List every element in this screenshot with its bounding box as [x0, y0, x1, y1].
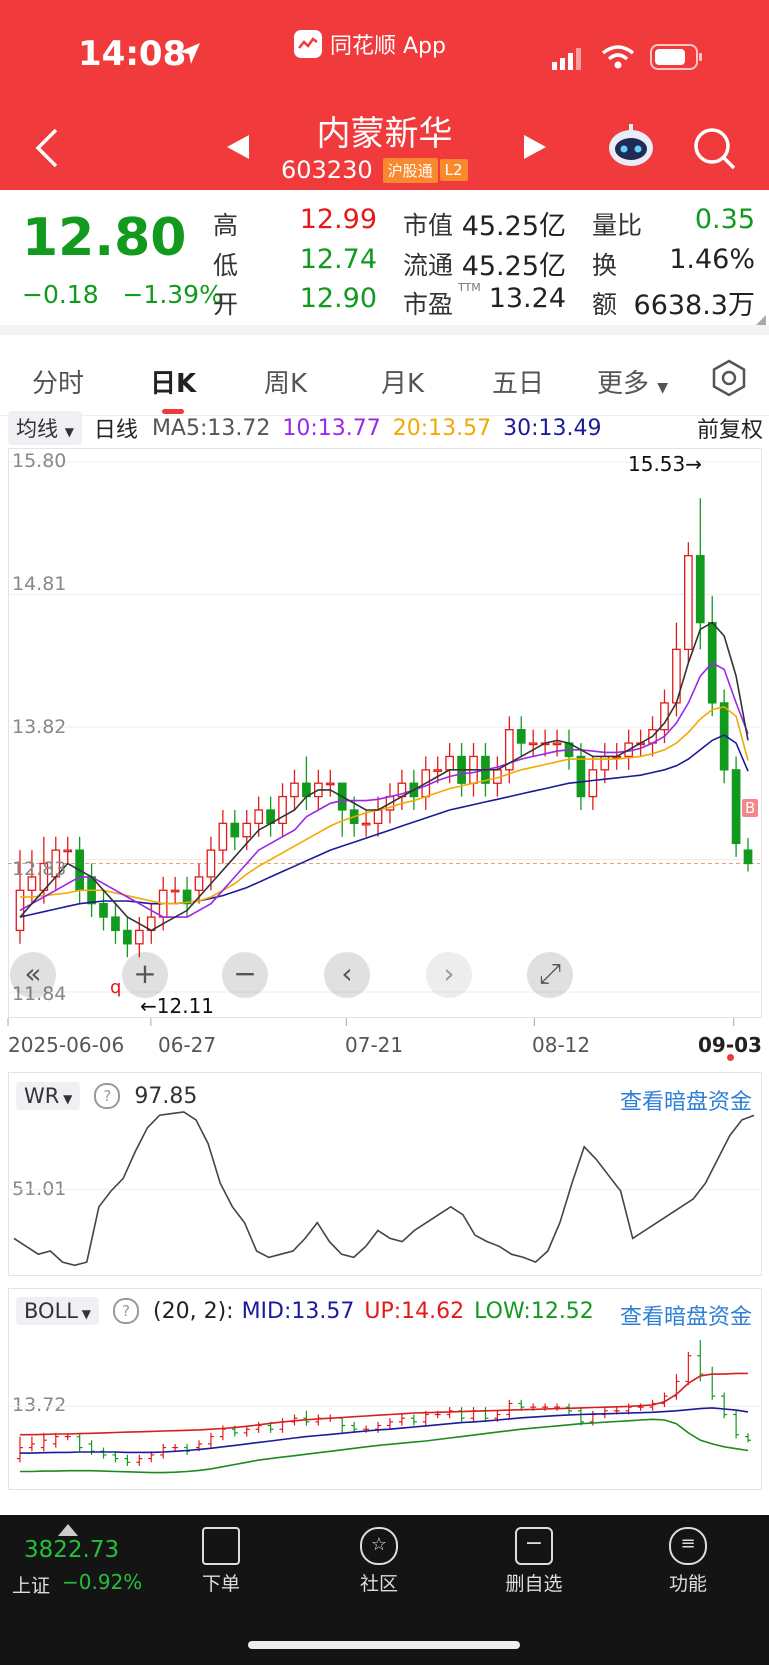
index-value[interactable]: 3822.73: [24, 1537, 119, 1563]
community-button[interactable]: ☆ 社区: [329, 1527, 429, 1596]
star-badge-icon: ☆: [360, 1527, 398, 1565]
boll-up-line: [20, 1372, 748, 1436]
index-name: 上证: [12, 1575, 51, 1597]
community-label: 社区: [359, 1573, 398, 1595]
order-label: 下单: [201, 1573, 240, 1595]
menu-circle-icon: ≡: [669, 1527, 707, 1565]
wr-line: [13, 1111, 755, 1267]
minus-square-icon: −: [515, 1527, 553, 1565]
remove-watchlist-button[interactable]: − 删自选: [484, 1527, 584, 1596]
remove-watchlist-label: 删自选: [505, 1573, 563, 1595]
indicator-charts: [8, 1111, 760, 1474]
functions-button[interactable]: ≡ 功能: [638, 1527, 738, 1596]
index-change: −0.92%: [62, 1570, 143, 1594]
home-indicator: [248, 1641, 520, 1649]
order-button[interactable]: 下单: [171, 1527, 271, 1596]
functions-label: 功能: [668, 1573, 707, 1595]
document-icon: [202, 1527, 240, 1565]
boll-low-line: [20, 1418, 749, 1474]
